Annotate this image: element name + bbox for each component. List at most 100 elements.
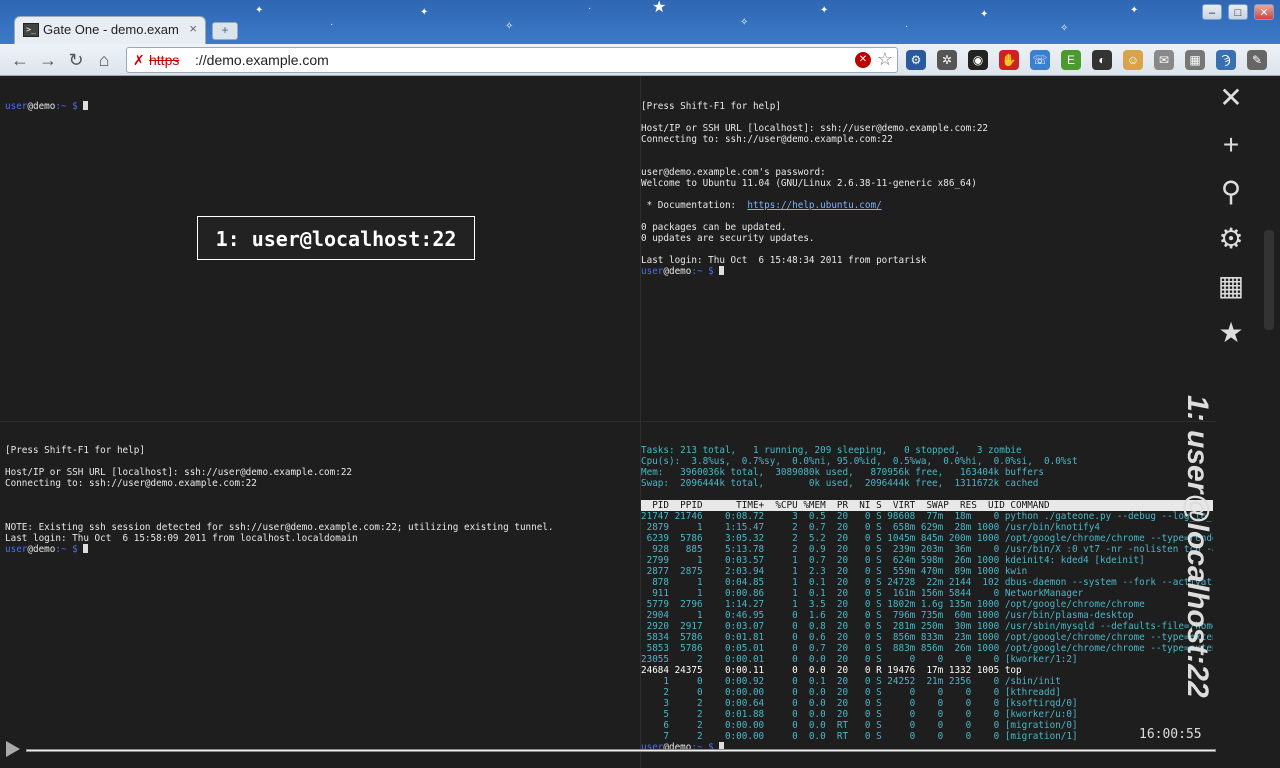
gateone-workspace: user@demo:~ $ 1: user@localhost:22 [Pres… <box>0 76 1280 768</box>
new-tab-button[interactable]: + <box>212 22 238 40</box>
broken-ssl-lock-icon[interactable]: ✗ <box>133 52 147 68</box>
reload-button[interactable]: ↻ <box>66 50 86 70</box>
face-icon[interactable]: ☺ <box>1123 50 1143 70</box>
shell-prompt: user@demo:~ $ <box>5 101 635 112</box>
cursor <box>83 101 89 110</box>
playback-bar <box>6 741 1216 757</box>
maximize-button[interactable]: □ <box>1228 4 1248 20</box>
top-process-row: 928 885 5:13.78 2 0.9 20 0 S 239m 203m 3… <box>641 544 1213 555</box>
gear-icon[interactable]: ⚙ <box>1216 224 1246 254</box>
terminal-pane-2[interactable]: [Press Shift-F1 for help] Host/IP or SSH … <box>641 101 1211 416</box>
gear-extension-icon[interactable]: ⚙ <box>906 50 926 70</box>
window-titlebar: ✦ · ✦ ✧ · ★ ✧ ✦ · ✦ ✧ ✦ >_ Gate One - de… <box>0 0 1280 44</box>
top-column-header: PID PPID TIME+ %CPU %MEM PR NI S VIRT SW… <box>641 500 1213 511</box>
url-host: ://demo.example.com <box>195 52 329 68</box>
terminal-title-vertical: 1: user@localhost:22 <box>1181 395 1214 698</box>
terminal-line: 0 updates are security updates. <box>641 233 815 244</box>
terminal-line: Connecting to: ssh://user@demo.example.c… <box>641 134 893 145</box>
record-icon[interactable]: ◉ <box>968 50 988 70</box>
browser-tab[interactable]: >_ Gate One - demo.exam × <box>14 16 206 44</box>
shell-prompt: user@demo:~ $ <box>5 544 635 555</box>
stop-hand-icon[interactable]: ✋ <box>999 50 1019 70</box>
top-process-row: 23055 2 0:00.01 0 0.0 20 0 S 0 0 0 0 [kw… <box>641 654 1078 665</box>
top-process-row: 2879 1 1:15.47 2 0.7 20 0 S 658m 629m 28… <box>641 522 1100 533</box>
back-button[interactable]: ← <box>10 50 30 70</box>
top-process-row: 1 0 0:00.92 0 0.1 20 0 S 24252 21m 2356 … <box>641 676 1061 687</box>
minimize-button[interactable]: – <box>1202 4 1222 20</box>
documentation-link[interactable]: https://help.ubuntu.com/ <box>747 200 881 211</box>
terminal-favicon-icon: >_ <box>23 23 39 37</box>
tab-title: Gate One - demo.exam <box>43 22 179 37</box>
playback-slider[interactable] <box>26 749 1216 752</box>
shell-prompt: user@demo:~ $ <box>641 266 1211 277</box>
color-picker-icon[interactable]: ◐ <box>1092 50 1112 70</box>
cursor <box>83 544 89 553</box>
clock: 16:00:55 <box>1139 727 1202 742</box>
terminal-pane-3[interactable]: [Press Shift-F1 for help] Host/IP or SSH … <box>5 445 635 745</box>
terminal-line: 0 packages can be updated. <box>641 222 787 233</box>
top-process-row: 911 1 0:00.86 1 0.1 20 0 S 161m 156m 584… <box>641 588 1084 599</box>
window-close-button[interactable]: ✕ <box>1254 4 1274 20</box>
terminal-line: [Press Shift-F1 for help] <box>641 101 781 112</box>
terminal-line: Last login: Thu Oct 6 15:48:34 2011 from… <box>641 255 927 266</box>
terminal-line: Host/IP or SSH URL [localhost]: ssh://us… <box>641 123 989 134</box>
terminal-line: Connecting to: ssh://user@demo.example.c… <box>5 478 257 489</box>
terminal-title-overlay: 1: user@localhost:22 <box>197 216 475 260</box>
top-process-row: 21747 21746 0:08.72 3 0.5 20 0 S 98608 7… <box>641 511 1213 522</box>
blocked-content-icon[interactable]: ✕ <box>855 52 871 68</box>
top-process-row: 6239 5786 3:05.32 2 5.2 20 0 S 1045m 845… <box>641 533 1213 544</box>
top-summary-line: Cpu(s): 3.8%us, 0.7%sy, 0.0%ni, 95.0%id,… <box>641 456 1078 467</box>
top-process-row: 2904 1 0:46.95 0 1.6 20 0 S 796m 735m 60… <box>641 610 1134 621</box>
top-process-row: 2799 1 0:03.57 1 0.7 20 0 S 624m 598m 26… <box>641 555 1145 566</box>
url-scheme: https <box>149 52 180 68</box>
cursor <box>719 266 725 275</box>
top-process-row: 2 0 0:00.00 0 0.0 20 0 S 0 0 0 0 [kthrea… <box>641 687 1061 698</box>
top-process-row: 5853 5786 0:05.01 0 0.7 20 0 S 883m 856m… <box>641 643 1213 654</box>
address-bar[interactable]: ✗ https ://demo.example.com ✕ ☆ <box>126 47 898 73</box>
bookmark-star-icon[interactable]: ★ <box>1216 318 1246 348</box>
top-summary-line: Mem: 3960036k total, 3089080k used, 8709… <box>641 467 1044 478</box>
browser-toolbar: ← → ↻ ⌂ ✗ https ://demo.example.com ✕ ☆ … <box>0 44 1280 76</box>
top-process-row: 3 2 0:00.64 0 0.0 20 0 S 0 0 0 0 [ksofti… <box>641 698 1078 709</box>
chat-icon[interactable]: ☏ <box>1030 50 1050 70</box>
terminal-line: NOTE: Existing ssh session detected for … <box>5 522 554 533</box>
bookmark-star-icon[interactable]: ☆ <box>877 49 893 70</box>
home-button[interactable]: ⌂ <box>94 50 114 70</box>
python-icon[interactable]: Ϡ <box>1216 50 1236 70</box>
tab-close-button[interactable]: × <box>189 21 197 36</box>
terminal-line: * Documentation: https://help.ubuntu.com… <box>641 200 882 211</box>
terminal-line: Welcome to Ubuntu 11.04 (GNU/Linux 2.6.3… <box>641 178 977 189</box>
top-process-row: 5779 2796 1:14.27 1 3.5 20 0 S 1802m 1.6… <box>641 599 1145 610</box>
forward-button[interactable]: → <box>38 50 58 70</box>
search-icon[interactable]: ⚲ <box>1216 177 1246 207</box>
close-icon[interactable]: ✕ <box>1216 83 1246 113</box>
top-process-row: 5834 5786 0:01.81 0 0.6 20 0 S 856m 833m… <box>641 632 1213 643</box>
top-process-row: 6 2 0:00.00 0 0.0 RT 0 S 0 0 0 0 [migrat… <box>641 720 1078 731</box>
settings-wheel-icon[interactable]: ✲ <box>937 50 957 70</box>
terminal-pane-4[interactable]: Tasks: 213 total, 1 running, 209 sleepin… <box>641 445 1213 750</box>
pane-divider-horizontal <box>0 421 1216 422</box>
terminal-line: user@demo.example.com's password: <box>641 167 826 178</box>
evernote-icon[interactable]: E <box>1061 50 1081 70</box>
mail-icon[interactable]: ✉ <box>1154 50 1174 70</box>
top-process-row: 878 1 0:04.85 1 0.1 20 0 S 24728 22m 214… <box>641 577 1213 588</box>
new-terminal-icon[interactable]: + <box>1216 130 1246 160</box>
top-process-row: 24684 24375 0:00.11 0 0.0 20 0 R 19476 1… <box>641 665 1022 676</box>
top-process-row: 5 2 0:01.88 0 0.0 20 0 S 0 0 0 0 [kworke… <box>641 709 1078 720</box>
grid-icon[interactable]: ▦ <box>1185 50 1205 70</box>
top-process-row: 2877 2875 2:03.94 1 2.3 20 0 S 559m 470m… <box>641 566 1028 577</box>
top-process-row: 2920 2917 0:03.07 0 0.8 20 0 S 281m 250m… <box>641 621 1213 632</box>
wrench-icon[interactable]: ✎ <box>1247 50 1267 70</box>
grid-view-icon[interactable]: ▦ <box>1216 271 1246 301</box>
play-icon[interactable] <box>6 741 20 757</box>
terminal-scrollbar[interactable] <box>1264 230 1274 330</box>
